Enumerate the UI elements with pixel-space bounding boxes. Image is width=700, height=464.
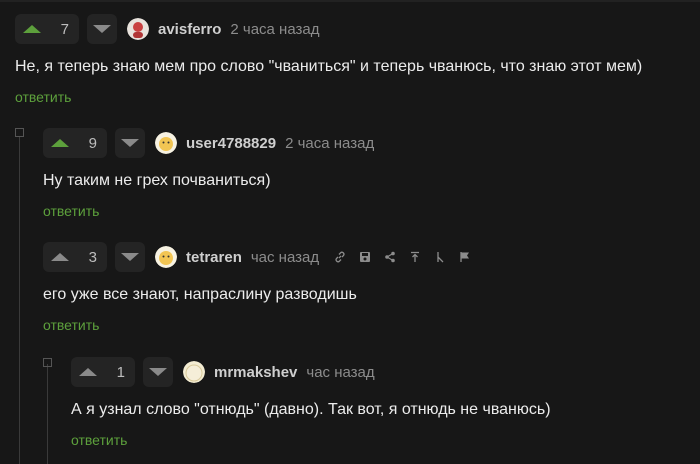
avatar[interactable] bbox=[183, 361, 205, 383]
downvote-button[interactable] bbox=[87, 14, 117, 44]
username[interactable]: mrmakshev bbox=[214, 364, 297, 381]
thread-line-level1[interactable] bbox=[19, 136, 20, 464]
top-divider bbox=[0, 0, 700, 2]
avatar[interactable] bbox=[127, 18, 149, 40]
flag-icon[interactable] bbox=[458, 250, 472, 264]
upvote-icon[interactable] bbox=[51, 253, 69, 261]
vote-count: 1 bbox=[116, 363, 125, 381]
avatar[interactable] bbox=[155, 132, 177, 154]
reply-link[interactable]: ответить bbox=[43, 317, 99, 333]
upvote-icon[interactable] bbox=[51, 139, 69, 147]
timestamp[interactable]: час назад bbox=[306, 364, 374, 381]
comment-header-3: 3 tetraren час назад bbox=[43, 241, 472, 273]
branch-icon[interactable] bbox=[433, 250, 447, 264]
vote-box: 7 bbox=[15, 14, 79, 44]
downvote-icon bbox=[93, 25, 111, 33]
comment-text: Не, я теперь знаю мем про слово "чванить… bbox=[15, 58, 643, 75]
upvote-icon[interactable] bbox=[79, 368, 97, 376]
save-icon[interactable] bbox=[358, 250, 372, 264]
username[interactable]: avisferro bbox=[158, 21, 221, 38]
username[interactable]: user4788829 bbox=[186, 135, 276, 152]
avatar[interactable] bbox=[155, 246, 177, 268]
collapse-toggle-2[interactable] bbox=[43, 358, 52, 367]
comment-text: Ну таким не грех почваниться) bbox=[43, 172, 271, 189]
downvote-icon bbox=[149, 368, 167, 376]
thread-line-level2[interactable] bbox=[47, 364, 48, 464]
comment-header-2: 9 user4788829 2 часа назад bbox=[43, 127, 374, 159]
comment-text: его уже все знают, напраслину разводишь bbox=[43, 286, 357, 303]
vote-box: 3 bbox=[43, 242, 107, 272]
vote-count: 7 bbox=[60, 20, 69, 38]
vote-box: 9 bbox=[43, 128, 107, 158]
comment-actions bbox=[333, 250, 472, 264]
collapse-toggle-1[interactable] bbox=[15, 128, 24, 137]
downvote-icon bbox=[121, 253, 139, 261]
timestamp[interactable]: час назад bbox=[251, 249, 319, 266]
timestamp[interactable]: 2 часа назад bbox=[285, 135, 374, 152]
downvote-button[interactable] bbox=[143, 357, 173, 387]
link-icon[interactable] bbox=[333, 250, 347, 264]
comment-text: А я узнал слово "отнюдь" (давно). Так во… bbox=[71, 401, 551, 418]
downvote-icon bbox=[121, 139, 139, 147]
reply-link[interactable]: ответить bbox=[15, 89, 71, 105]
downvote-button[interactable] bbox=[115, 242, 145, 272]
reply-link[interactable]: ответить bbox=[71, 432, 127, 448]
share-icon[interactable] bbox=[383, 250, 397, 264]
timestamp[interactable]: 2 часа назад bbox=[230, 21, 319, 38]
vote-count: 9 bbox=[88, 134, 97, 152]
username[interactable]: tetraren bbox=[186, 249, 242, 266]
upvote-icon[interactable] bbox=[23, 25, 41, 33]
reply-link[interactable]: ответить bbox=[43, 203, 99, 219]
comment-header-4: 1 mrmakshev час назад bbox=[71, 356, 375, 388]
downvote-button[interactable] bbox=[115, 128, 145, 158]
vote-count: 3 bbox=[88, 248, 97, 266]
pin-icon[interactable] bbox=[408, 250, 422, 264]
vote-box: 1 bbox=[71, 357, 135, 387]
comment-header-1: 7 avisferro 2 часа назад bbox=[15, 13, 319, 45]
